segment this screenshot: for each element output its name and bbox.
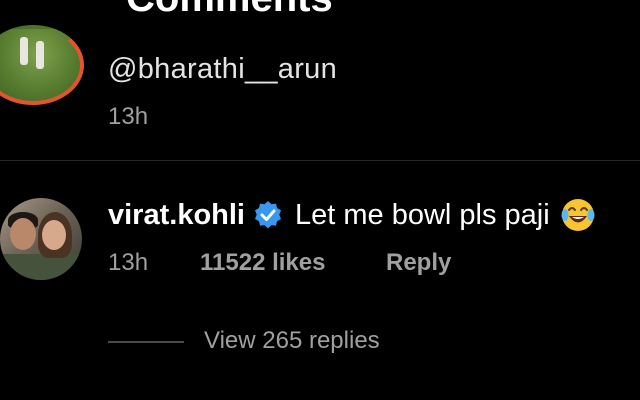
comment-timestamp: 13h xyxy=(108,103,149,130)
comment-item: virat.kohli Let me bowl pls paji 13h 115… xyxy=(0,161,640,400)
replies-divider xyxy=(108,341,184,343)
avatar[interactable] xyxy=(0,198,82,280)
comment-timestamp: 13h xyxy=(108,249,149,276)
comment-text: Let me bowl pls paji xyxy=(295,199,550,231)
reply-button[interactable]: Reply xyxy=(386,249,451,277)
view-replies-label[interactable]: View 265 replies xyxy=(204,326,380,356)
verified-badge-icon xyxy=(255,201,281,229)
comment-content: virat.kohli Let me bowl pls paji xyxy=(108,197,596,233)
face-with-tears-of-joy-icon xyxy=(561,199,595,231)
comment-item: @bharathi__arun 13h xyxy=(0,0,640,158)
comment-username[interactable]: virat.kohli xyxy=(108,198,245,232)
comment-mention[interactable]: @bharathi__arun xyxy=(108,52,337,86)
avatar[interactable] xyxy=(0,25,84,105)
likes-count[interactable]: 11522 likes xyxy=(200,249,325,277)
